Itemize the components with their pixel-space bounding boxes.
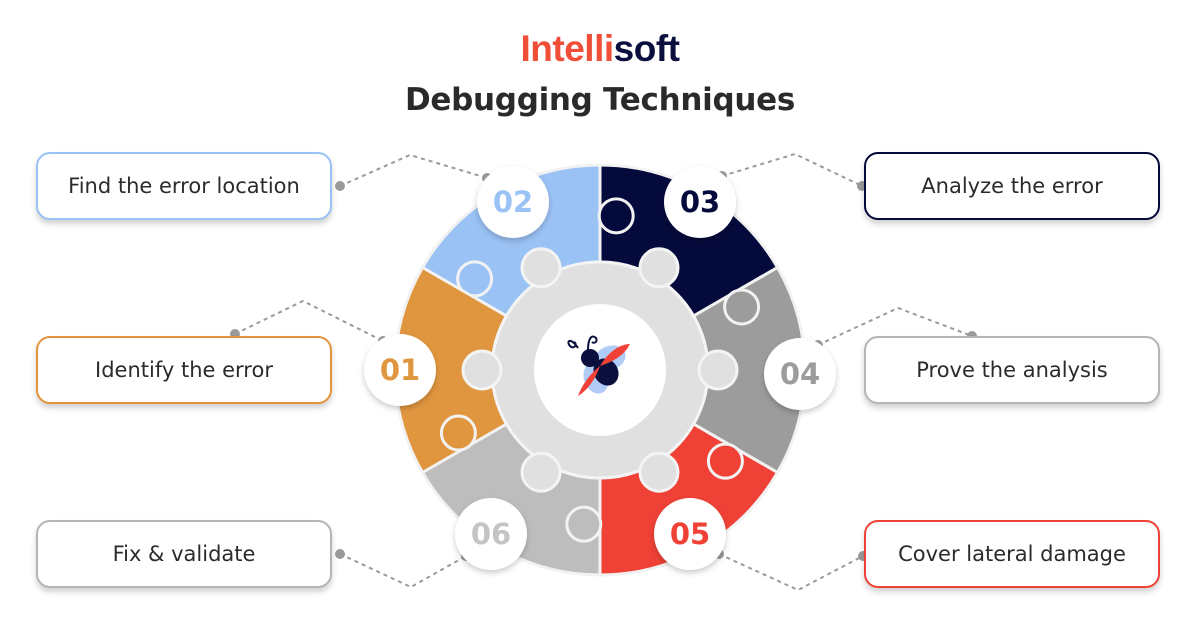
ring-knob: [697, 349, 739, 391]
step-label-box-03: Analyze the error: [864, 152, 1160, 220]
step-label: Find the error location: [68, 174, 300, 198]
connector-line: [718, 553, 864, 592]
ring-knob: [638, 247, 680, 289]
step-label: Identify the error: [95, 358, 273, 382]
step-label-box-05: Cover lateral damage: [864, 520, 1160, 588]
connector-line: [234, 299, 384, 342]
ring-knob: [638, 451, 680, 493]
connector-dot: [335, 181, 345, 191]
connector-line: [339, 553, 467, 589]
step-label: Analyze the error: [921, 174, 1103, 198]
step-label-box-06: Fix & validate: [36, 520, 332, 588]
puzzle-tab: [597, 197, 635, 235]
connector-dot: [335, 549, 345, 559]
step-label: Cover lateral damage: [898, 542, 1126, 566]
connector-line: [721, 152, 863, 187]
step-number: 04: [780, 357, 820, 391]
step-label-box-01: Identify the error: [36, 336, 332, 404]
step-number: 05: [670, 517, 710, 551]
step-number: 02: [493, 185, 533, 219]
connector-line: [339, 153, 488, 187]
puzzle-tab: [565, 505, 603, 543]
puzzle-tab: [723, 288, 761, 326]
puzzle-tab: [706, 442, 744, 480]
step-number: 01: [380, 353, 420, 387]
step-label-box-04: Prove the analysis: [864, 336, 1160, 404]
step-label: Fix & validate: [112, 542, 256, 566]
ring-knob: [520, 247, 562, 289]
step-label: Prove the analysis: [916, 358, 1108, 382]
puzzle-tab: [439, 414, 477, 452]
step-number: 03: [680, 185, 720, 219]
ring-knob: [520, 451, 562, 493]
step-number: 06: [471, 517, 511, 551]
ring-knob: [461, 349, 503, 391]
step-label-box-02: Find the error location: [36, 152, 332, 220]
